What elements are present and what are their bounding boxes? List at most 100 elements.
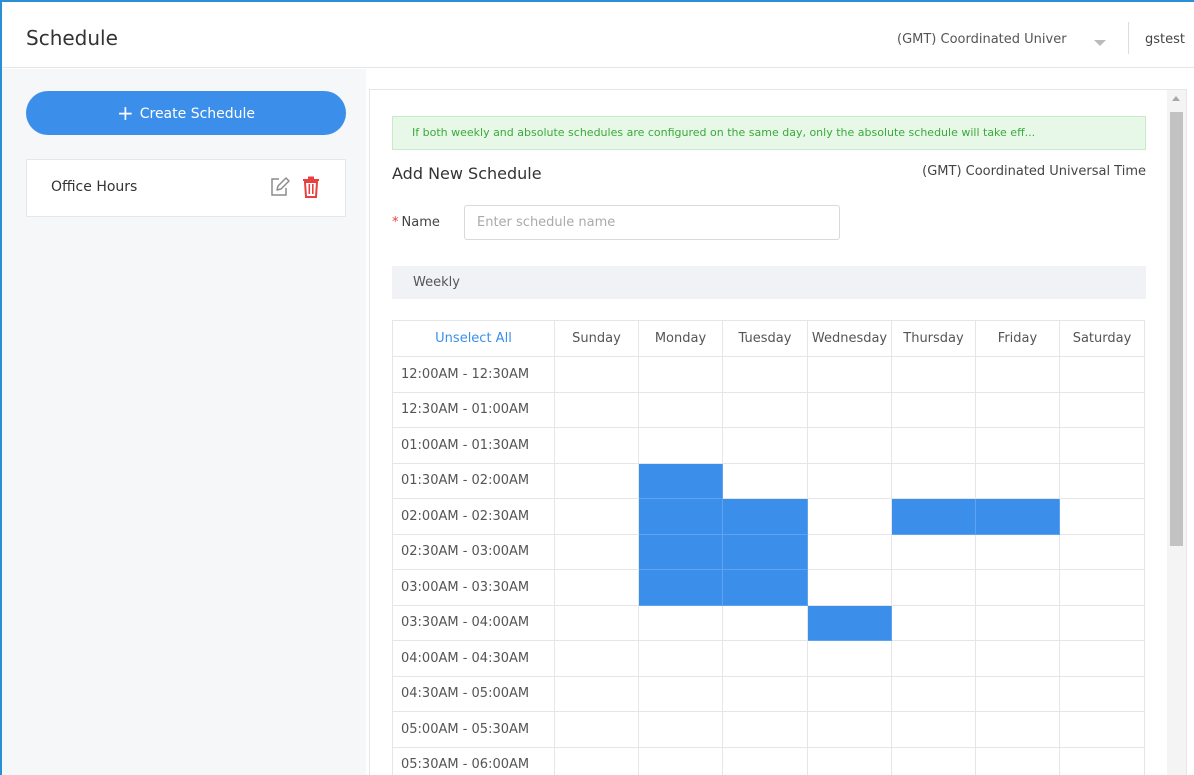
schedule-cell[interactable]: [975, 427, 1060, 464]
trash-icon[interactable]: [301, 176, 321, 198]
schedule-cell[interactable]: [638, 711, 723, 748]
schedule-cell[interactable]: [807, 711, 892, 748]
schedule-cell-selected[interactable]: [807, 604, 892, 641]
schedule-cell[interactable]: [807, 746, 892, 775]
schedule-cell[interactable]: [638, 391, 723, 428]
vertical-scrollbar[interactable]: [1167, 90, 1186, 775]
schedule-list-item[interactable]: Office Hours: [26, 159, 346, 217]
schedule-cell[interactable]: [638, 675, 723, 712]
schedule-cell[interactable]: [722, 640, 808, 677]
schedule-cell[interactable]: [722, 746, 808, 775]
schedule-cell[interactable]: [807, 427, 892, 464]
schedule-cell-selected[interactable]: [722, 498, 808, 535]
schedule-cell[interactable]: [1059, 746, 1145, 775]
schedule-cell[interactable]: [1059, 640, 1145, 677]
schedule-cell[interactable]: [722, 462, 808, 499]
schedule-cell[interactable]: [891, 569, 976, 606]
schedule-cell[interactable]: [807, 569, 892, 606]
schedule-cell[interactable]: [554, 391, 639, 428]
time-slot-label[interactable]: 04:00AM - 04:30AM: [392, 640, 555, 677]
schedule-cell-selected[interactable]: [638, 462, 723, 499]
schedule-cell[interactable]: [554, 462, 639, 499]
schedule-cell[interactable]: [975, 640, 1060, 677]
schedule-cell-selected[interactable]: [722, 569, 808, 606]
day-header-sunday[interactable]: Sunday: [554, 320, 639, 357]
schedule-cell[interactable]: [1059, 533, 1145, 570]
schedule-cell[interactable]: [722, 711, 808, 748]
timezone-select[interactable]: (GMT) Coordinated Univer: [897, 32, 1107, 54]
schedule-cell[interactable]: [722, 356, 808, 393]
schedule-cell[interactable]: [891, 640, 976, 677]
schedule-cell[interactable]: [975, 746, 1060, 775]
unselect-all-button[interactable]: Unselect All: [392, 320, 555, 357]
time-slot-label[interactable]: 02:00AM - 02:30AM: [392, 498, 555, 535]
schedule-cell[interactable]: [807, 462, 892, 499]
schedule-cell[interactable]: [722, 604, 808, 641]
schedule-cell[interactable]: [891, 711, 976, 748]
time-slot-label[interactable]: 12:00AM - 12:30AM: [392, 356, 555, 393]
schedule-cell[interactable]: [722, 427, 808, 464]
schedule-cell[interactable]: [891, 462, 976, 499]
schedule-cell[interactable]: [554, 640, 639, 677]
schedule-cell[interactable]: [638, 356, 723, 393]
schedule-cell[interactable]: [1059, 391, 1145, 428]
arrow-up-icon[interactable]: [1172, 96, 1180, 101]
schedule-cell[interactable]: [807, 391, 892, 428]
schedule-cell[interactable]: [807, 533, 892, 570]
time-slot-label[interactable]: 05:00AM - 05:30AM: [392, 711, 555, 748]
schedule-cell[interactable]: [891, 746, 976, 775]
schedule-cell-selected[interactable]: [638, 533, 723, 570]
schedule-cell[interactable]: [638, 746, 723, 775]
schedule-cell[interactable]: [638, 604, 723, 641]
schedule-cell[interactable]: [891, 427, 976, 464]
schedule-cell[interactable]: [554, 533, 639, 570]
schedule-cell[interactable]: [1059, 498, 1145, 535]
schedule-cell[interactable]: [975, 533, 1060, 570]
schedule-cell-selected[interactable]: [722, 533, 808, 570]
edit-icon[interactable]: [269, 176, 291, 198]
schedule-cell[interactable]: [1059, 604, 1145, 641]
time-slot-label[interactable]: 02:30AM - 03:00AM: [392, 533, 555, 570]
time-slot-label[interactable]: 04:30AM - 05:00AM: [392, 675, 555, 712]
create-schedule-button[interactable]: + Create Schedule: [26, 91, 346, 135]
time-slot-label[interactable]: 05:30AM - 06:00AM: [392, 746, 555, 775]
schedule-cell[interactable]: [975, 711, 1060, 748]
schedule-cell[interactable]: [1059, 675, 1145, 712]
schedule-cell[interactable]: [1059, 569, 1145, 606]
schedule-cell[interactable]: [1059, 356, 1145, 393]
schedule-cell[interactable]: [891, 675, 976, 712]
user-menu[interactable]: gstest: [1145, 32, 1185, 47]
schedule-cell-selected[interactable]: [975, 498, 1060, 535]
schedule-cell[interactable]: [554, 746, 639, 775]
schedule-cell[interactable]: [638, 640, 723, 677]
schedule-cell[interactable]: [554, 498, 639, 535]
schedule-cell[interactable]: [554, 427, 639, 464]
day-header-friday[interactable]: Friday: [975, 320, 1060, 357]
schedule-cell[interactable]: [975, 569, 1060, 606]
schedule-cell[interactable]: [722, 391, 808, 428]
schedule-cell[interactable]: [807, 498, 892, 535]
time-slot-label[interactable]: 03:30AM - 04:00AM: [392, 604, 555, 641]
schedule-cell[interactable]: [975, 675, 1060, 712]
schedule-cell[interactable]: [807, 675, 892, 712]
schedule-cell[interactable]: [975, 391, 1060, 428]
schedule-cell[interactable]: [1059, 711, 1145, 748]
schedule-cell[interactable]: [554, 569, 639, 606]
schedule-cell[interactable]: [891, 604, 976, 641]
schedule-cell[interactable]: [554, 604, 639, 641]
schedule-cell[interactable]: [554, 711, 639, 748]
schedule-cell-selected[interactable]: [891, 498, 976, 535]
schedule-cell[interactable]: [807, 356, 892, 393]
schedule-cell[interactable]: [975, 356, 1060, 393]
schedule-cell[interactable]: [975, 604, 1060, 641]
schedule-cell[interactable]: [807, 640, 892, 677]
time-slot-label[interactable]: 03:00AM - 03:30AM: [392, 569, 555, 606]
time-slot-label[interactable]: 01:00AM - 01:30AM: [392, 427, 555, 464]
time-slot-label[interactable]: 12:30AM - 01:00AM: [392, 391, 555, 428]
day-header-tuesday[interactable]: Tuesday: [722, 320, 808, 357]
schedule-cell[interactable]: [891, 533, 976, 570]
time-slot-label[interactable]: 01:30AM - 02:00AM: [392, 462, 555, 499]
scrollbar-thumb[interactable]: [1170, 112, 1183, 546]
schedule-cell[interactable]: [638, 427, 723, 464]
schedule-cell[interactable]: [722, 675, 808, 712]
